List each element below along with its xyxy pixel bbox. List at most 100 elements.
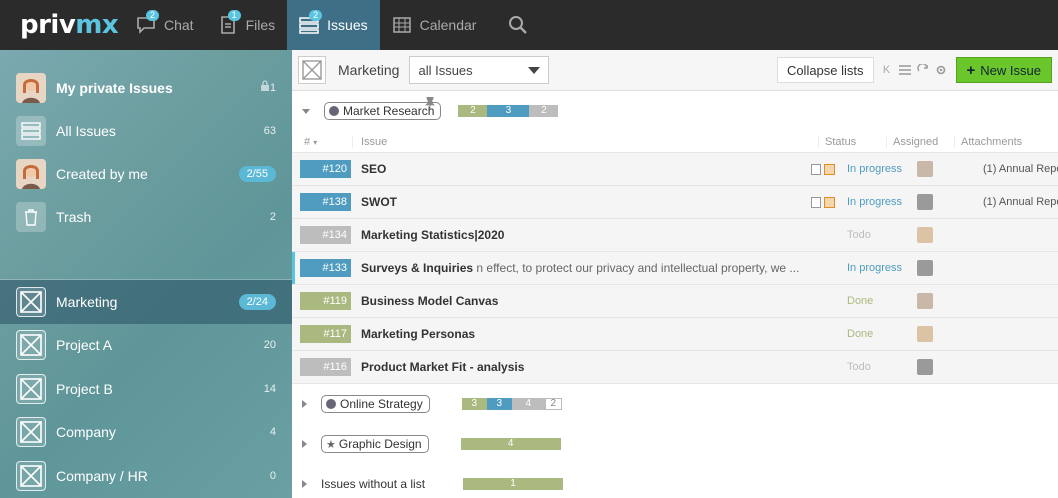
sidebar-item-label: Project B (56, 380, 113, 397)
sidebar-item-label: My private Issues (56, 79, 173, 96)
sidebar-item-company[interactable]: Company 4 (0, 411, 292, 455)
item-count-badge: 2/24 (238, 293, 276, 310)
nav-calendar[interactable]: Calendar (380, 0, 489, 50)
issue-status: Todo (847, 361, 871, 373)
issue-row[interactable]: #117 Marketing Personas Done (292, 318, 1058, 351)
item-count: 1 (269, 81, 276, 94)
sidebar-item-label: Created by me (56, 165, 148, 182)
gear-icon[interactable] (933, 62, 949, 78)
issue-row[interactable]: #116 Product Market Fit - analysis Todo (292, 351, 1058, 384)
todo-count: 2 (529, 105, 559, 117)
issue-number: #138 (300, 193, 351, 211)
list-group-header[interactable]: Market Research 2 3 2 (292, 91, 1058, 131)
item-count: 20 (263, 339, 276, 352)
search-icon[interactable] (498, 0, 538, 50)
project-icon (16, 373, 46, 404)
list-icon (16, 115, 46, 146)
item-count: 14 (263, 382, 276, 395)
keyboard-shortcut-button[interactable]: K (879, 62, 895, 78)
list-group-header[interactable]: Issues without a list 1 (292, 464, 1058, 498)
sidebar-item-all-issues[interactable]: All Issues 63 (0, 109, 292, 152)
sidebar-item-trash[interactable]: Trash 2 (0, 195, 292, 238)
issue-row[interactable]: #134 Marketing Statistics|2020 Todo (292, 219, 1058, 252)
issue-number: #116 (300, 358, 351, 376)
avatar (16, 72, 46, 103)
list-group-header[interactable]: ★ Graphic Design 4 (292, 424, 1058, 464)
list-view-icon[interactable] (897, 62, 913, 78)
issue-row[interactable]: #133 Surveys & Inquiries n effect, to pr… (292, 252, 1058, 285)
status-bar: 1 (463, 478, 564, 490)
expand-arrow-icon[interactable] (302, 400, 307, 408)
sidebar: My private Issues 1 All Issues 63 Create… (0, 50, 292, 498)
new-issue-button[interactable]: + New Issue (955, 57, 1052, 83)
assignee (909, 359, 977, 375)
filter-dropdown[interactable]: all Issues (409, 56, 550, 84)
issue-title: Marketing Statistics|2020 (361, 228, 505, 242)
project-icon (16, 286, 46, 317)
sidebar-item-company-hr[interactable]: Company / HR 0 (0, 454, 292, 498)
list-name: Market Research (343, 104, 435, 118)
sidebar-item-project-b[interactable]: Project B 14 (0, 367, 292, 411)
in-progress-count: 3 (486, 398, 512, 410)
pin-icon[interactable] (425, 96, 435, 112)
issue-row[interactable]: #119 Business Model Canvas Done (292, 285, 1058, 318)
issue-status: Todo (847, 229, 871, 241)
sidebar-item-label: Company (56, 424, 116, 441)
list-group-header[interactable]: Online Strategy 3 3 4 2 (292, 384, 1058, 424)
expand-arrow-icon[interactable] (302, 440, 307, 448)
assignee (909, 227, 977, 243)
status-bar: 4 (460, 438, 561, 450)
expand-arrow-icon[interactable] (302, 480, 307, 488)
column-num[interactable]: # ▾ (292, 136, 352, 148)
collapse-lists-button[interactable]: Collapse lists (776, 57, 874, 83)
list-tag[interactable]: ★ Graphic Design (321, 435, 429, 453)
collapse-arrow-icon[interactable] (302, 108, 310, 114)
nav-chat-label: Chat (164, 17, 194, 33)
chevron-down-icon (528, 66, 541, 74)
description-icon (811, 196, 821, 208)
sidebar-item-my-private-issues[interactable]: My private Issues 1 (0, 66, 292, 109)
new-issue-label: New Issue (980, 62, 1041, 78)
sidebar-item-label: Company / HR (56, 467, 148, 484)
issue-status: Done (847, 295, 874, 307)
avatar (917, 227, 933, 243)
logo-text-b: mx (75, 10, 119, 40)
item-count: 2 (269, 210, 276, 223)
issue-number: #119 (300, 292, 351, 310)
issue-title: Marketing Personas (361, 327, 476, 341)
top-navigation-bar: privmx 2 Chat 1 Files 2 Issues Calendar (0, 0, 1058, 50)
column-status[interactable]: Status (818, 135, 886, 148)
star-icon: ★ (326, 438, 336, 451)
issue-row[interactable]: #138 SWOT In progress (1) Annual Report.… (292, 186, 1058, 219)
nav-chat[interactable]: 2 Chat (124, 0, 206, 50)
app-logo[interactable]: privmx (0, 10, 119, 40)
refresh-icon[interactable] (915, 62, 931, 78)
column-issue[interactable]: Issue (352, 135, 818, 148)
calendar-icon (392, 16, 414, 34)
sidebar-item-created-by-me[interactable]: Created by me 2/55 (0, 152, 292, 195)
column-headers: # ▾ Issue Status Assigned Attachments (292, 131, 1058, 153)
nav-files[interactable]: 1 Files (206, 0, 288, 50)
files-badge: 1 (227, 10, 241, 21)
issue-number: #120 (300, 160, 351, 178)
attachment-icon (824, 196, 835, 208)
issue-attachments[interactable]: (1) Annual Report... (977, 163, 1058, 175)
todo-count: 4 (511, 398, 545, 410)
project-icon (16, 330, 46, 361)
issue-row[interactable]: #120 SEO In progress (1) Annual Report..… (292, 153, 1058, 186)
list-tag[interactable]: Online Strategy (321, 395, 430, 413)
issue-attachments[interactable]: (1) Annual Report... (977, 196, 1058, 208)
sidebar-item-project-a[interactable]: Project A 20 (0, 324, 292, 368)
issue-title: SWOT (361, 195, 397, 209)
column-attachments[interactable]: Attachments (954, 135, 1058, 148)
sidebar-item-label: Trash (56, 208, 92, 225)
nav-issues[interactable]: 2 Issues (287, 0, 380, 50)
status-bar: 2 3 2 (458, 105, 559, 117)
column-assigned[interactable]: Assigned (886, 135, 954, 148)
filter-value: all Issues (418, 62, 473, 78)
list-tag[interactable]: Issues without a list (321, 476, 432, 492)
sidebar-item-marketing[interactable]: Marketing 2/24 (0, 280, 292, 324)
issue-title: Business Model Canvas (361, 294, 499, 308)
list-tag[interactable]: Market Research (324, 102, 442, 120)
issue-number: #134 (300, 226, 351, 244)
